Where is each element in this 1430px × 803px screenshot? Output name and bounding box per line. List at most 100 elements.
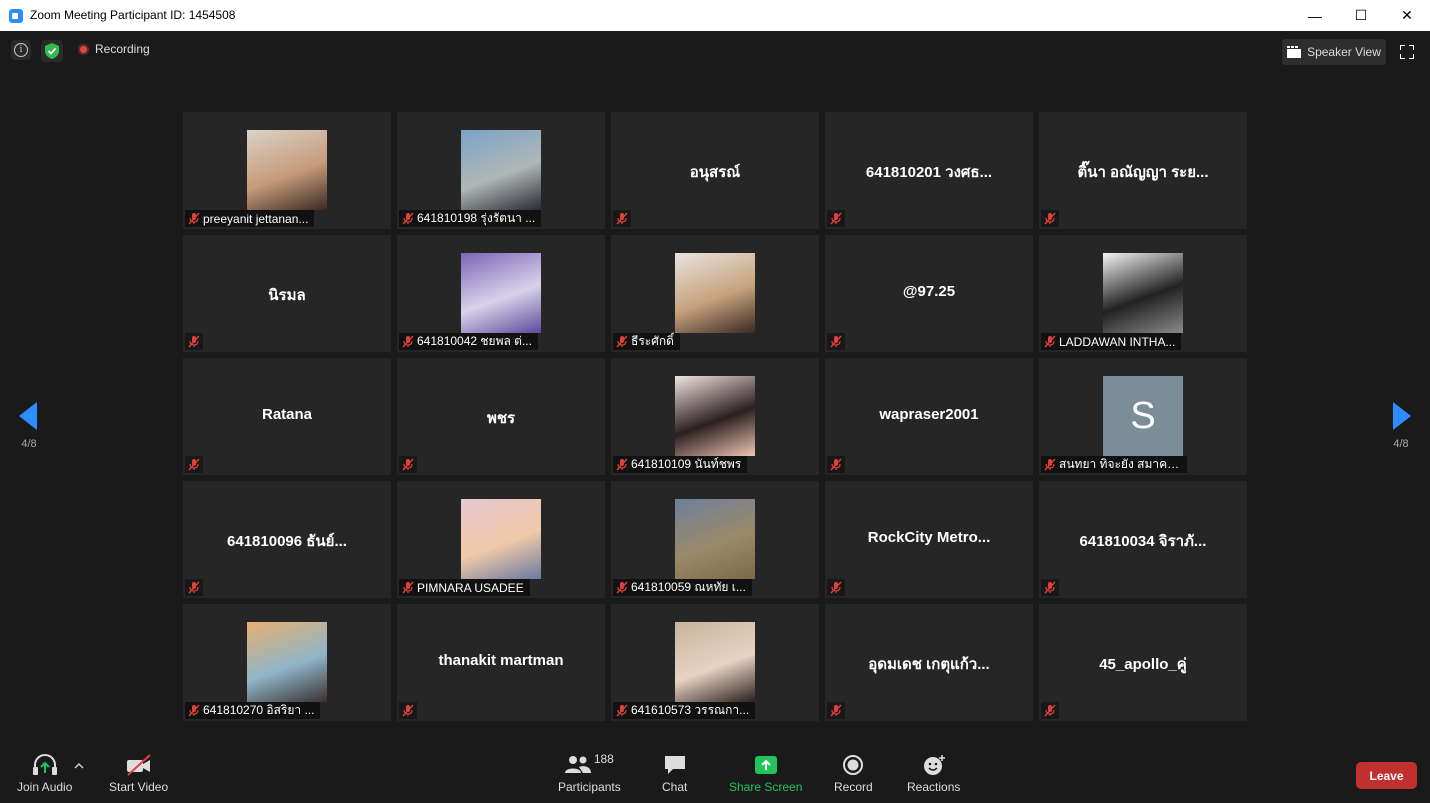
participant-tile[interactable]: อุดมเดช เกตุแก้ว... xyxy=(825,604,1033,721)
mic-muted-icon xyxy=(613,579,631,596)
mic-muted-icon xyxy=(827,702,845,719)
participant-label: 641810109 นันท์ชพร xyxy=(613,456,748,473)
mic-muted-icon xyxy=(399,333,417,350)
participant-tile[interactable]: 641810059 ณหทัย เ... xyxy=(611,481,819,598)
mic-muted-icon xyxy=(827,579,845,596)
participant-label xyxy=(827,456,845,473)
share-screen-button[interactable]: Share Screen xyxy=(729,754,802,794)
participants-label: Participants xyxy=(558,780,621,794)
recording-indicator[interactable]: Recording xyxy=(78,42,150,56)
meeting-topbar: i Recording Speaker View xyxy=(0,31,1430,71)
chat-button[interactable]: Chat xyxy=(662,754,687,794)
participant-name: wapraser2001 xyxy=(879,406,979,423)
close-button[interactable]: ✕ xyxy=(1384,0,1430,31)
mic-muted-icon xyxy=(1041,702,1059,719)
page-indicator-right: 4/8 xyxy=(1393,438,1409,450)
participant-tile[interactable]: wapraser2001 xyxy=(825,358,1033,475)
participant-label: LADDAWAN INTHA... xyxy=(1041,333,1182,350)
speaker-view-button[interactable]: Speaker View xyxy=(1282,39,1386,65)
meeting-info-icon[interactable]: i xyxy=(11,40,31,60)
mic-muted-icon xyxy=(185,456,203,473)
participant-tile[interactable]: ติ๊นา อณัญญา ระย... xyxy=(1039,112,1247,229)
participant-photo xyxy=(675,622,755,702)
window-titlebar: Zoom Meeting Participant ID: 1454508 — ☐… xyxy=(0,0,1430,31)
mic-muted-icon xyxy=(613,210,631,227)
participant-label xyxy=(613,210,631,227)
mic-muted-icon xyxy=(613,456,631,473)
recording-dot-icon xyxy=(78,43,89,55)
participant-photo xyxy=(461,130,541,210)
participant-label xyxy=(185,456,203,473)
participant-tile[interactable]: นิรมล xyxy=(183,235,391,352)
participant-tile[interactable]: @97.25 xyxy=(825,235,1033,352)
participant-tile[interactable]: LADDAWAN INTHA... xyxy=(1039,235,1247,352)
mic-muted-icon xyxy=(185,702,203,719)
participants-button[interactable]: 188 Participants xyxy=(558,752,621,794)
chevron-up-icon[interactable] xyxy=(74,762,84,769)
participant-label: 641810270 อิสริยา ... xyxy=(185,702,321,719)
participant-label-text: LADDAWAN INTHA... xyxy=(1059,334,1176,349)
participant-label: 641810198 รุ่งรัตนา ... xyxy=(399,210,542,227)
participant-tile[interactable]: thanakit martman xyxy=(397,604,605,721)
fullscreen-icon[interactable] xyxy=(1400,45,1414,59)
shield-icon[interactable] xyxy=(41,40,63,62)
page-indicator-left: 4/8 xyxy=(21,438,37,450)
participant-photo xyxy=(675,376,755,456)
next-page-nav[interactable]: 4/8 xyxy=(1372,375,1430,460)
participant-label-text: สนทยา ทิจะยัง สมาคม... xyxy=(1059,457,1181,471)
participant-label xyxy=(827,333,845,350)
participant-label xyxy=(1041,579,1059,596)
participant-tile[interactable]: Ratana xyxy=(183,358,391,475)
video-off-icon xyxy=(126,754,151,776)
minimize-button[interactable]: — xyxy=(1292,0,1338,31)
maximize-button[interactable]: ☐ xyxy=(1338,0,1384,31)
start-video-button[interactable]: Start Video xyxy=(109,754,168,794)
previous-page-nav[interactable]: 4/8 xyxy=(0,375,58,460)
participant-tile[interactable]: 641610573 วรรณกา... xyxy=(611,604,819,721)
participant-tile[interactable]: 641810042 ชยพล ต่... xyxy=(397,235,605,352)
mic-muted-icon xyxy=(1041,579,1059,596)
participant-tile[interactable]: ธีระศักดิ์ xyxy=(611,235,819,352)
participant-label xyxy=(1041,702,1059,719)
participant-label xyxy=(185,333,203,350)
participant-tile[interactable]: 45_apollo_คู่ xyxy=(1039,604,1247,721)
record-label: Record xyxy=(834,780,873,794)
arrow-left-icon[interactable] xyxy=(19,402,39,430)
participant-tile[interactable]: PIMNARA USADEE xyxy=(397,481,605,598)
join-audio-label: Join Audio xyxy=(17,780,73,794)
join-audio-button[interactable]: Join Audio xyxy=(17,754,72,794)
participant-label xyxy=(827,210,845,227)
record-button[interactable]: Record xyxy=(834,754,873,794)
participant-name: Ratana xyxy=(261,406,313,423)
participant-name: RockCity Metro... xyxy=(867,529,991,546)
arrow-right-icon[interactable] xyxy=(1391,402,1411,430)
participant-label: PIMNARA USADEE xyxy=(399,579,530,596)
leave-button[interactable]: Leave xyxy=(1356,762,1417,789)
participant-photo xyxy=(675,499,755,579)
participant-tile[interactable]: 641810096 ธันย์... xyxy=(183,481,391,598)
chat-icon xyxy=(664,756,685,774)
participant-tile[interactable]: RockCity Metro... xyxy=(825,481,1033,598)
participant-label-text: 641810042 ชยพล ต่... xyxy=(417,334,532,348)
participant-tile[interactable]: พชร xyxy=(397,358,605,475)
mic-muted-icon xyxy=(827,456,845,473)
participant-label-text: 641810198 รุ่งรัตนา ... xyxy=(417,211,536,225)
participant-tile[interactable]: S สนทยา ทิจะยัง สมาคม... xyxy=(1039,358,1247,475)
participant-tile[interactable]: preeyanit jettanan... xyxy=(183,112,391,229)
mic-muted-icon xyxy=(827,333,845,350)
reactions-button[interactable]: Reactions xyxy=(907,754,960,794)
chat-label: Chat xyxy=(662,780,688,794)
participant-tile[interactable]: 641810109 นันท์ชพร xyxy=(611,358,819,475)
participant-tile[interactable]: อนุสรณ์ xyxy=(611,112,819,229)
participant-label-text: 641810059 ณหทัย เ... xyxy=(631,580,746,594)
participant-tile[interactable]: 641810270 อิสริยา ... xyxy=(183,604,391,721)
participant-photo xyxy=(675,253,755,333)
mic-muted-icon xyxy=(399,579,417,596)
mic-muted-icon xyxy=(399,210,417,227)
mic-muted-icon xyxy=(1041,456,1059,473)
participant-name: 641810201 วงศธ... xyxy=(865,164,993,181)
participant-tile[interactable]: 641810201 วงศธ... xyxy=(825,112,1033,229)
participant-tile[interactable]: 641810198 รุ่งรัตนา ... xyxy=(397,112,605,229)
participant-label: preeyanit jettanan... xyxy=(185,210,315,227)
participant-tile[interactable]: 641810034 จิราภั... xyxy=(1039,481,1247,598)
